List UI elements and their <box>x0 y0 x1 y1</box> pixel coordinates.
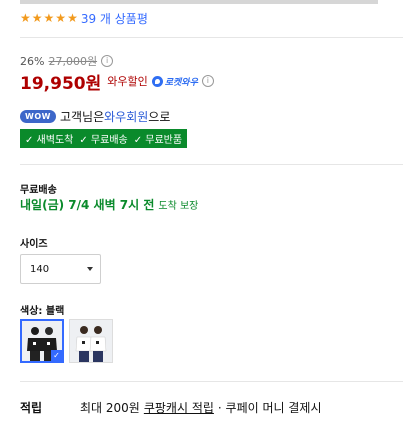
original-price: 27,000원 <box>48 55 98 68</box>
white-shirt-photo-icon <box>70 320 112 362</box>
wow-member-row: WOW 고객님은 와우회원 으로 <box>20 107 170 125</box>
star-icon: ★ <box>43 11 55 25</box>
delivery-guarantee: 도착 보장 <box>158 201 199 212</box>
divider <box>20 164 403 165</box>
info-icon[interactable]: i <box>101 55 114 67</box>
size-select[interactable]: 140 <box>20 254 101 284</box>
info-icon[interactable]: i <box>201 75 214 87</box>
discount-percent: 26% <box>20 54 45 68</box>
star-icon: ★ <box>31 11 43 25</box>
wow-discount-label: 와우할인 <box>107 75 148 88</box>
rocket-wow-label: 로켓와우 <box>164 77 198 88</box>
review-count-link[interactable]: 39 개 상품평 <box>81 10 148 27</box>
benefit-free-shipping: ✓ 무료배송 <box>79 135 128 146</box>
divider <box>20 381 403 382</box>
sale-price: 19,950원 <box>20 73 102 94</box>
star-icon: ★ <box>20 11 31 25</box>
accumulate-label: 적립 <box>20 400 43 415</box>
chevron-down-icon <box>87 267 93 271</box>
sale-price-row: 19,950원 와우할인 로켓와우 i <box>20 70 214 94</box>
star-rating: ★ ★ ★ ★ ★ <box>20 12 79 24</box>
color-label: 색상: 블랙 <box>20 306 65 317</box>
accumulate-amount: 최대 200원 <box>80 400 140 415</box>
color-option-white[interactable] <box>69 319 113 363</box>
shipping-row: 내일(금) 7/4 새벽 7시 전 도착 보장 <box>20 196 198 214</box>
shipping-label: 무료배송 <box>20 185 57 196</box>
rating-row[interactable]: ★ ★ ★ ★ ★ 39 개 상품평 <box>20 9 148 27</box>
wow-text-after: 으로 <box>148 109 171 124</box>
rocket-icon <box>151 75 163 87</box>
wow-badge: WOW <box>20 109 56 123</box>
divider <box>20 37 403 38</box>
rocket-wow-badge: 로켓와우 <box>151 75 198 88</box>
benefit-dawn-delivery: ✓ 새벽도착 <box>25 135 74 146</box>
color-option-black[interactable]: ✓ <box>20 319 64 363</box>
star-icon: ★ <box>67 11 78 25</box>
selected-check-icon: ✓ <box>51 350 62 361</box>
discount-row: 26% 27,000원 i <box>20 53 114 69</box>
delivery-date: 내일(금) 7/4 새벽 7시 전 <box>20 198 155 212</box>
coupang-cash-link[interactable]: 쿠팡캐시 적립 <box>144 399 214 416</box>
accumulate-condition: · 쿠페이 머니 결제시 <box>217 400 322 415</box>
top-divider-bar <box>20 0 378 4</box>
size-label: 사이즈 <box>20 239 48 250</box>
wow-member-link[interactable]: 와우회원 <box>104 108 148 125</box>
benefit-free-return: ✓ 무료반품 <box>133 135 183 146</box>
star-icon: ★ <box>55 11 67 25</box>
wow-benefits-bar: ✓ 새벽도착 ✓ 무료배송 ✓ 무료반품 <box>20 129 188 148</box>
accumulate-row: 적립 최대 200원 쿠팡캐시 적립 · 쿠페이 머니 결제시 <box>20 398 322 416</box>
wow-text-before: 고객님은 <box>59 109 105 124</box>
size-selected-value: 140 <box>30 263 50 275</box>
